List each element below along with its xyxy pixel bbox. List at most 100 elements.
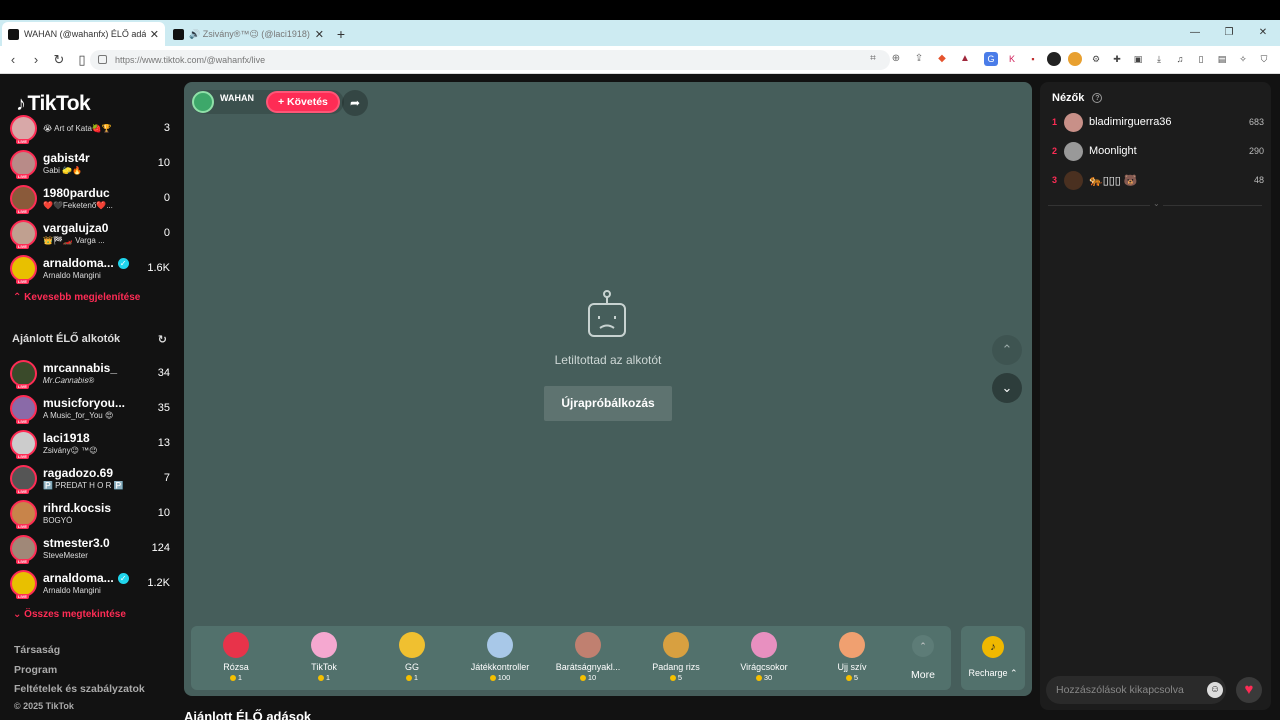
forward-icon[interactable]: ›: [26, 52, 46, 67]
gift-item[interactable]: GG 1: [372, 632, 452, 682]
footer-link-terms[interactable]: Feltételek és szabályzatok: [14, 683, 145, 695]
live-creator-row[interactable]: LIVE arnaldoma... ✓ Arnaldo Mangini 1.6K: [10, 252, 170, 284]
restore-icon[interactable]: ❐: [1212, 20, 1246, 46]
reload-icon[interactable]: ↻: [49, 52, 69, 68]
viewer-row[interactable]: 1 bladimirguerra36 683: [1052, 110, 1264, 134]
download-icon[interactable]: ⤓: [1152, 52, 1166, 66]
host-avatar[interactable]: [192, 91, 214, 113]
live-creator-row[interactable]: LIVE musicforyou... A Music_for_You 😍 35: [10, 392, 170, 424]
previous-live-button[interactable]: ⌃: [992, 335, 1022, 365]
coin-icon: [317, 674, 324, 681]
emoji-icon[interactable]: ☺: [1207, 682, 1223, 698]
live-creator-row[interactable]: LIVE vargalujza0 👑🏁🏎️ Varga ... 0: [10, 217, 170, 249]
brave-rewards-icon[interactable]: ▲: [958, 52, 972, 66]
site-info-icon[interactable]: [98, 55, 107, 64]
host-info: WAHAN + Követés: [192, 90, 344, 114]
minimize-icon[interactable]: —: [1178, 20, 1212, 46]
viewer-avatar: [1064, 141, 1083, 161]
close-tab-icon[interactable]: ✕: [150, 28, 159, 41]
live-creator-row[interactable]: LIVE 1980parduc ❤️🖤Feketenő❤️... 0: [10, 182, 170, 214]
viewer-score: 290: [1248, 146, 1264, 156]
gift-item[interactable]: Padang rizs 5: [636, 632, 716, 682]
extension-hls-icon[interactable]: ▪: [1026, 52, 1040, 66]
footer-link-company[interactable]: Társaság: [14, 644, 60, 656]
live-badge: LIVE: [16, 243, 29, 249]
live-badge: LIVE: [16, 453, 29, 459]
gift-name: Barátságnyakl...: [555, 662, 621, 672]
close-window-icon[interactable]: ✕: [1246, 20, 1280, 46]
viewer-name: bladimirguerra36: [1089, 116, 1172, 128]
browser-tab-inactive[interactable]: 🔊 Zsivány®™😉 (@laci1918) ÉLŐ a ✕: [167, 22, 330, 46]
gift-item[interactable]: Rózsa 1: [196, 632, 276, 682]
next-live-button[interactable]: ⌄: [992, 373, 1022, 403]
creator-name: vargalujza0: [43, 221, 109, 235]
vpn-icon[interactable]: ⛉: [1257, 52, 1271, 66]
sad-robot-icon: [588, 290, 626, 337]
live-creator-row[interactable]: LIVE rihrd.kocsis BOGYÓ 10: [10, 497, 170, 529]
live-creator-row[interactable]: LIVE arnaldoma... ✓ Arnaldo Mangini 1.2K: [10, 567, 170, 599]
live-creator-row[interactable]: LIVE mrcannabis_ 𝑀𝑟.𝐶𝑎𝑛𝑛𝑎𝑏𝑖𝑠® 34: [10, 357, 170, 389]
gift-item[interactable]: Ujj szív 5: [812, 632, 892, 682]
gift-item[interactable]: TikTok 1: [284, 632, 364, 682]
creator-nickname: 🅿️ PREDAT H O R 🅿️: [43, 481, 124, 490]
live-creator-row[interactable]: LIVE stmester3.0 SteveMester 124: [10, 532, 170, 564]
recharge-button[interactable]: ♪ Recharge ⌃: [961, 626, 1025, 690]
zoom-icon[interactable]: ⊕: [889, 52, 903, 66]
avatar: LIVE: [10, 184, 37, 214]
bookmark-icon[interactable]: ▯: [72, 52, 92, 68]
viewer-count: 1.2K: [147, 577, 170, 589]
retry-button[interactable]: Újrapróbálkozás: [544, 386, 672, 421]
reader-icon[interactable]: ⌗: [866, 52, 880, 66]
back-icon[interactable]: ‹: [3, 52, 23, 67]
extensions-puzzle-icon[interactable]: ✚: [1110, 52, 1124, 66]
brave-shield-icon[interactable]: ◆: [935, 52, 949, 66]
more-gifts-button[interactable]: ⌃ More: [903, 635, 943, 681]
refresh-icon[interactable]: ↻: [158, 333, 167, 346]
show-less-link[interactable]: ⌃ Kevesebb megjelenítése: [13, 292, 140, 303]
gift-price: 5: [853, 673, 859, 682]
extension-color-icon[interactable]: [1068, 52, 1082, 66]
viewer-name: Moonlight: [1089, 145, 1137, 157]
live-creator-row[interactable]: LIVE gabist4r Gabi 🧽🔥 10: [10, 147, 170, 179]
live-creator-row[interactable]: LIVE 😭 Art of Kata🍓🏆 3: [10, 112, 170, 144]
live-creator-row[interactable]: LIVE ragadozo.69 🅿️ PREDAT H O R 🅿️ 7: [10, 462, 170, 494]
viewer-count: 10: [157, 507, 170, 519]
address-bar[interactable]: https://www.tiktok.com/@wahanfx/live: [90, 50, 890, 70]
show-all-link[interactable]: ⌄ Összes megtekintése: [13, 609, 126, 620]
share-page-icon[interactable]: ⇪: [912, 52, 926, 66]
comment-input[interactable]: Hozzászólások kikapcsolva: [1046, 676, 1226, 704]
viewer-row[interactable]: 2 Moonlight 290: [1052, 139, 1264, 163]
new-tab-button[interactable]: +: [330, 22, 352, 46]
follow-button[interactable]: + Követés: [266, 91, 340, 113]
media-icon[interactable]: ♫: [1173, 52, 1187, 66]
gift-item[interactable]: Barátságnyakl... 10: [548, 632, 628, 682]
extension-k-icon[interactable]: K: [1005, 52, 1019, 66]
host-name[interactable]: WAHAN: [220, 93, 254, 103]
like-heart-button[interactable]: ♥: [1236, 677, 1262, 703]
coin-icon: [669, 674, 676, 681]
extension-circle-icon[interactable]: [1047, 52, 1061, 66]
close-tab-icon[interactable]: ✕: [315, 28, 324, 41]
coin-icon: [579, 674, 586, 681]
tiktok-favicon-icon: [173, 28, 184, 40]
gift-icon: [663, 632, 689, 658]
leo-ai-icon[interactable]: ✧: [1236, 52, 1250, 66]
browser-tab-active[interactable]: WAHAN (@wahanfx) ÉLŐ adásba ✕: [2, 22, 165, 46]
live-creator-row[interactable]: LIVE laci1918 Zsivány😉 ™😉 13: [10, 427, 170, 459]
gift-icon: [311, 632, 337, 658]
coin-icon: [489, 674, 496, 681]
expand-chevron-icon[interactable]: ⌄: [1150, 199, 1163, 208]
gift-item[interactable]: Játékkontroller 100: [460, 632, 540, 682]
share-icon[interactable]: ➦: [342, 90, 368, 116]
extension-box-icon[interactable]: ▣: [1131, 52, 1145, 66]
wallet-icon[interactable]: ▤: [1215, 52, 1229, 66]
gift-name: Ujj szív: [837, 662, 867, 672]
translate-extension-icon[interactable]: G: [984, 52, 998, 66]
viewer-row[interactable]: 3 🐅▯▯▯ 🐻 48: [1052, 168, 1264, 192]
help-icon[interactable]: ?: [1092, 93, 1103, 103]
extension-gear-icon[interactable]: ⚙: [1089, 52, 1103, 66]
gift-item[interactable]: Virágcsokor 30: [724, 632, 804, 682]
footer-link-program[interactable]: Program: [14, 664, 57, 676]
gift-price: 1: [237, 673, 243, 682]
sidebar-toggle-icon[interactable]: ▯: [1194, 52, 1208, 66]
